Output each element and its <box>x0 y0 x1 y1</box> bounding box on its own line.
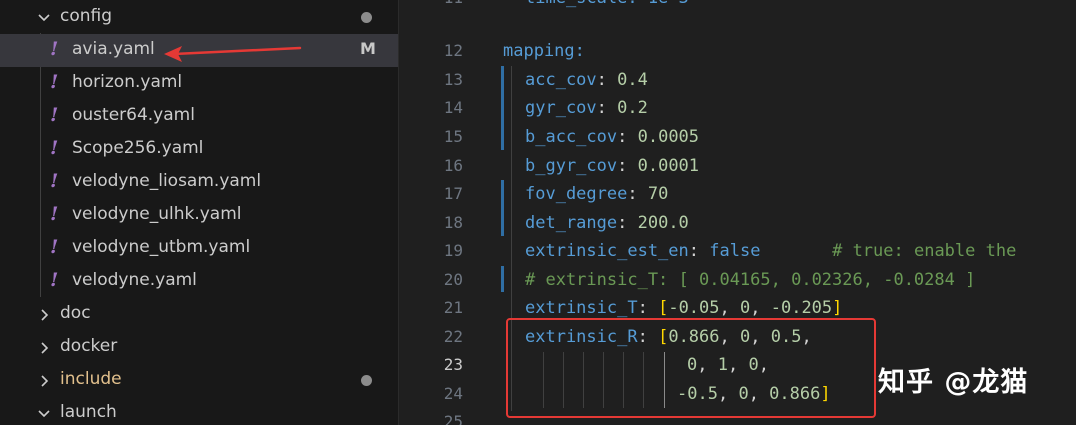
line-number: 24 <box>443 384 463 403</box>
file-ouster64-yaml[interactable]: ! ouster64.yaml <box>0 100 398 133</box>
file-label: velodyne_liosam.yaml <box>72 171 262 191</box>
folder-label: docker <box>60 336 118 356</box>
code-line: det_range: 200.0 <box>525 213 689 233</box>
yaml-key: fov_degree <box>525 184 628 204</box>
yaml-value: -0.05 <box>668 298 720 318</box>
code-line: extrinsic_est_en: false # true: enable t… <box>525 241 1017 261</box>
code-line: extrinsic_T: [-0.05, 0, -0.205] <box>525 298 843 318</box>
folder-label: launch <box>60 402 117 422</box>
folder-doc[interactable]: doc <box>0 298 398 331</box>
yaml-value: 0.2 <box>617 98 648 118</box>
folder-label: include <box>60 369 122 389</box>
code-line: time_scale: 1e-3 <box>525 0 689 8</box>
git-change-marker <box>501 266 504 292</box>
explorer-sidebar: config ! avia.yaml M ! horizon.yaml ! ou… <box>0 0 399 425</box>
file-label: ouster64.yaml <box>72 105 195 125</box>
yaml-file-icon: ! <box>50 269 59 291</box>
code-line: # extrinsic_T: [ 0.04165, 0.02326, -0.02… <box>525 270 975 290</box>
code-line: acc_cov: 0.4 <box>525 70 648 90</box>
line-number: 16 <box>443 156 463 175</box>
yaml-key: extrinsic_T <box>525 298 638 318</box>
yaml-key: b_gyr_cov <box>525 156 618 176</box>
code-line: b_acc_cov: 0.0005 <box>525 127 700 147</box>
yaml-value: -0.205 <box>770 298 833 318</box>
line-number: 22 <box>443 327 463 346</box>
line-number: 17 <box>443 184 463 203</box>
folder-label: doc <box>60 303 91 323</box>
file-label: velodyne_ulhk.yaml <box>72 204 242 224</box>
red-arrow-annotation-icon <box>164 46 302 62</box>
yaml-file-icon: ! <box>50 203 59 225</box>
file-label: avia.yaml <box>72 39 155 59</box>
line-number: 18 <box>443 213 463 232</box>
yaml-key: b_acc_cov <box>525 127 618 147</box>
folder-launch[interactable]: launch <box>0 397 398 425</box>
yaml-comment: # extrinsic_T: [ 0.04165, 0.02326, -0.02… <box>525 270 976 290</box>
git-change-marker <box>501 66 504 150</box>
yaml-value: 0.4 <box>617 70 648 90</box>
file-scope256-yaml[interactable]: ! Scope256.yaml <box>0 133 398 166</box>
line-number: 25 <box>443 412 463 425</box>
yaml-key: gyr_cov <box>525 98 597 118</box>
file-label: velodyne.yaml <box>72 270 197 290</box>
modified-dot-icon <box>361 375 372 386</box>
code-line: b_gyr_cov: 0.0001 <box>525 156 700 176</box>
line-number: 20 <box>443 270 463 289</box>
yaml-value: 0.0001 <box>637 156 700 176</box>
git-change-marker <box>501 180 504 236</box>
file-label: Scope256.yaml <box>72 138 204 158</box>
yaml-file-icon: ! <box>50 236 59 258</box>
yaml-key: det_range <box>525 213 618 233</box>
yaml-key: extrinsic_est_en <box>525 241 689 261</box>
modified-dot-icon <box>361 12 372 23</box>
yaml-comment: # true: enable the <box>832 241 1017 261</box>
yaml-value: 200.0 <box>637 213 689 233</box>
yaml-key: acc_cov <box>525 70 597 90</box>
yaml-value: 0.0005 <box>637 127 700 147</box>
file-velodyne-liosam-yaml[interactable]: ! velodyne_liosam.yaml <box>0 166 398 199</box>
code-line: fov_degree: 70 <box>525 184 669 204</box>
code-line: mapping: <box>503 41 585 61</box>
line-number: 21 <box>443 298 463 317</box>
line-number-active: 23 <box>443 355 463 374</box>
watermark-text: 知乎 @龙猫 <box>878 367 1029 398</box>
yaml-key: mapping: <box>503 41 585 61</box>
line-number: 13 <box>443 70 463 89</box>
line-number: 19 <box>443 241 463 260</box>
chevron-down-icon <box>38 14 50 22</box>
file-velodyne-yaml[interactable]: ! velodyne.yaml <box>0 265 398 298</box>
chevron-right-icon <box>41 375 49 387</box>
file-label: horizon.yaml <box>72 72 183 92</box>
yaml-file-icon: ! <box>50 137 59 159</box>
file-velodyne-ulhk-yaml[interactable]: ! velodyne_ulhk.yaml <box>0 199 398 232</box>
folder-include[interactable]: include <box>0 364 398 397</box>
file-label: velodyne_utbm.yaml <box>72 237 251 257</box>
yaml-value: 0 <box>740 298 751 318</box>
line-number: 15 <box>443 127 463 146</box>
chevron-right-icon <box>41 342 49 354</box>
folder-label: config <box>60 6 113 26</box>
folder-docker[interactable]: docker <box>0 331 398 364</box>
line-number: 12 <box>443 41 463 60</box>
chevron-down-icon <box>38 410 50 418</box>
yaml-file-icon: ! <box>50 38 59 60</box>
modified-badge: M <box>360 39 376 58</box>
file-horizon-yaml[interactable]: ! horizon.yaml <box>0 67 398 100</box>
yaml-value: false <box>709 241 761 261</box>
yaml-file-icon: ! <box>50 71 59 93</box>
yaml-value: 70 <box>647 184 669 204</box>
line-number: 11 <box>399 0 463 7</box>
file-velodyne-utbm-yaml[interactable]: ! velodyne_utbm.yaml <box>0 232 398 265</box>
line-number: 14 <box>443 98 463 117</box>
red-highlight-box <box>506 318 876 418</box>
code-line: gyr_cov: 0.2 <box>525 98 648 118</box>
yaml-file-icon: ! <box>50 104 59 126</box>
code-text: time_scale: 1e-3 <box>525 0 689 8</box>
chevron-right-icon <box>41 309 49 321</box>
yaml-file-icon: ! <box>50 170 59 192</box>
folder-config[interactable]: config <box>0 1 398 34</box>
